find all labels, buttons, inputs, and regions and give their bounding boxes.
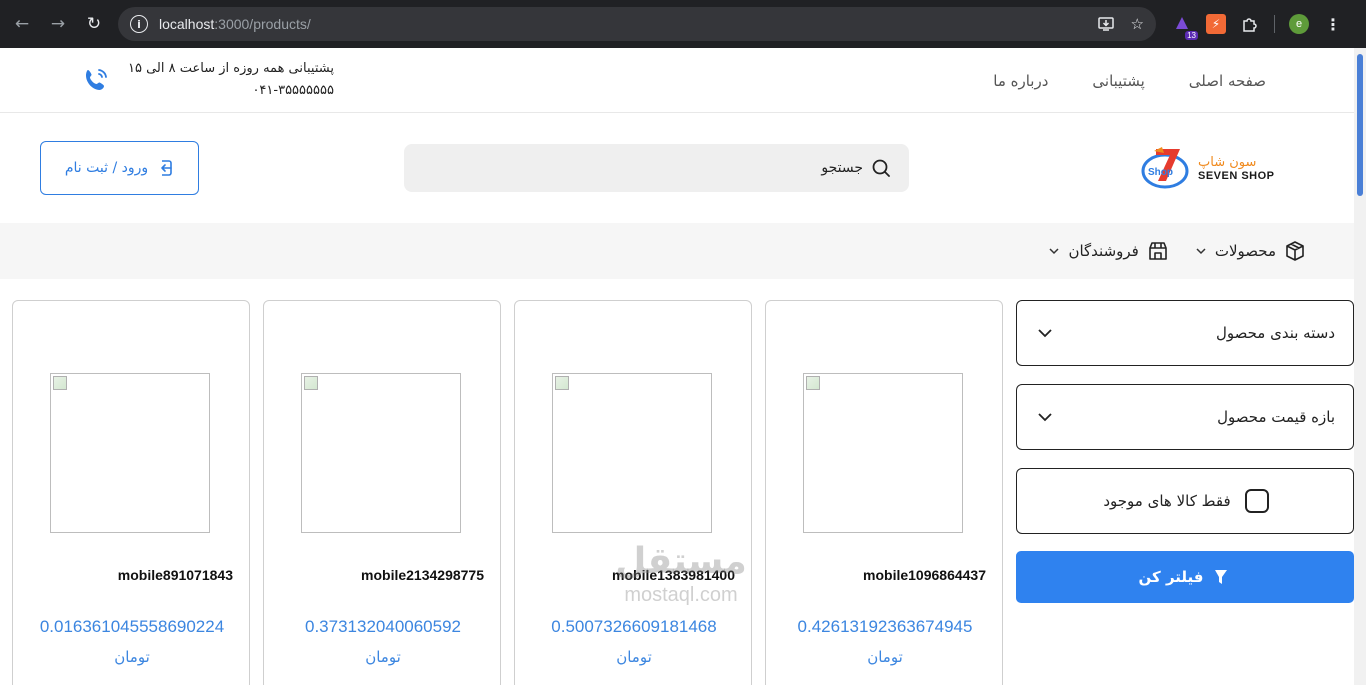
nav-home[interactable]: صفحه اصلی <box>1189 72 1266 90</box>
apply-filter-label: فیلتر کن <box>1138 568 1204 586</box>
category-bar: محصولات فروشندگان <box>0 223 1354 279</box>
extension-puzzle-badge-icon[interactable]: 13 <box>1172 14 1198 40</box>
category-filter-dropdown[interactable]: دسته بندی محصول <box>1016 300 1354 366</box>
in-stock-filter[interactable]: فقط کالا های موجود <box>1016 468 1354 534</box>
product-card[interactable]: mobile891071843 0.016361045558690224 توم… <box>12 300 250 685</box>
login-arrow-icon <box>161 160 172 176</box>
product-currency: تومان <box>114 648 150 666</box>
price-range-filter-dropdown[interactable]: بازه قیمت محصول <box>1016 384 1354 450</box>
nav-about[interactable]: درباره ما <box>993 72 1048 90</box>
logo-english-name: SEVEN SHOP <box>1198 169 1275 182</box>
login-register-label: ورود / ثبت نام <box>64 160 149 176</box>
category-filter-label: دسته بندی محصول <box>1215 324 1335 342</box>
product-title[interactable]: mobile1383981400 <box>612 567 735 583</box>
login-register-button[interactable]: ورود / ثبت نام <box>40 141 199 195</box>
kebab-menu-icon[interactable]: ⋮ <box>1323 14 1343 34</box>
product-image[interactable] <box>552 373 712 533</box>
top-bar: صفحه اصلی پشتیبانی درباره ما پشتیبانی هم… <box>0 48 1354 113</box>
product-image[interactable] <box>50 373 210 533</box>
apply-filter-button[interactable]: فیلتر کن <box>1016 551 1354 603</box>
nav-support[interactable]: پشتیبانی <box>1092 72 1144 90</box>
toolbar-divider <box>1274 15 1275 33</box>
product-currency: تومان <box>616 648 652 666</box>
filter-icon <box>1215 570 1228 584</box>
search-bar <box>404 144 909 192</box>
chevron-down-icon <box>1049 248 1059 255</box>
forward-icon[interactable]: → <box>40 6 76 42</box>
site-header: Shop سون شاپ SEVEN SHOP ورود / ثبت نام <box>0 113 1354 223</box>
product-price: 0.5007326609181468 <box>551 617 717 636</box>
bolt-extension-icon[interactable]: ⚡ <box>1206 14 1226 34</box>
product-price: 0.373132040060592 <box>305 617 461 636</box>
product-image[interactable] <box>301 373 461 533</box>
product-title[interactable]: mobile1096864437 <box>863 567 986 583</box>
url-text[interactable]: localhost:3000/products/ <box>159 16 311 32</box>
menu-products-label: محصولات <box>1214 242 1276 260</box>
page: صفحه اصلی پشتیبانی درباره ما پشتیبانی هم… <box>0 48 1354 685</box>
url-path: :3000/products/ <box>214 16 311 32</box>
product-card[interactable]: mobile1096864437 0.42613192363674945 توم… <box>765 300 1003 685</box>
chevron-down-icon <box>1196 248 1206 255</box>
extensions-puzzle-icon[interactable] <box>1240 14 1260 34</box>
product-title[interactable]: mobile2134298775 <box>361 567 484 583</box>
product-price: 0.016361045558690224 <box>39 617 225 636</box>
product-title[interactable]: mobile891071843 <box>118 567 233 583</box>
search-input[interactable] <box>423 160 863 176</box>
product-price: 0.42613192363674945 <box>797 617 973 636</box>
menu-sellers[interactable]: فروشندگان <box>1048 240 1168 262</box>
product-currency: تومان <box>867 648 903 666</box>
chevron-down-icon <box>1038 413 1052 422</box>
scrollbar-thumb[interactable] <box>1357 54 1363 196</box>
support-phone: ۰۴۱-۳۵۵۵۵۵۵۵ <box>252 83 334 98</box>
product-card[interactable]: mobile1383981400 0.5007326609181468 توما… <box>514 300 752 685</box>
reload-icon[interactable]: ↻ <box>76 6 112 42</box>
product-card[interactable]: mobile2134298775 0.373132040060592 تومان <box>263 300 501 685</box>
browser-toolbar: ← → ↻ i localhost:3000/products/ ☆ 13 ⚡ … <box>0 0 1366 48</box>
menu-sellers-label: فروشندگان <box>1068 242 1139 260</box>
support-hours: پشتیبانی همه روزه از ساعت ۸ الی ۱۵ <box>128 61 334 76</box>
box-icon <box>1286 241 1304 261</box>
install-app-icon[interactable] <box>1097 15 1115 33</box>
extension-badge: 13 <box>1185 31 1198 40</box>
page-scrollbar[interactable] <box>1354 48 1366 685</box>
site-info-icon[interactable]: i <box>130 15 148 33</box>
in-stock-checkbox[interactable] <box>1244 489 1269 513</box>
menu-products[interactable]: محصولات <box>1195 240 1306 262</box>
logo-persian-name: سون شاپ <box>1198 154 1257 170</box>
profile-avatar[interactable]: e <box>1289 14 1309 34</box>
product-image[interactable] <box>803 373 963 533</box>
url-host: localhost <box>159 16 215 32</box>
product-currency: تومان <box>365 648 401 666</box>
bookmark-star-icon[interactable]: ☆ <box>1131 15 1144 33</box>
top-nav: صفحه اصلی پشتیبانی درباره ما <box>993 48 1266 113</box>
price-range-filter-label: بازه قیمت محصول <box>1217 408 1335 426</box>
store-icon <box>1149 242 1167 260</box>
seven-shop-logo-icon: Shop <box>1141 147 1189 189</box>
support-info: پشتیبانی همه روزه از ساعت ۸ الی ۱۵ ۰۴۱-۳… <box>82 58 334 102</box>
search-icon[interactable] <box>871 158 891 178</box>
site-logo[interactable]: Shop سون شاپ SEVEN SHOP <box>1140 140 1280 196</box>
logo-mark-text: Shop <box>1148 167 1173 178</box>
phone-icon <box>86 69 107 90</box>
back-icon[interactable]: ← <box>4 6 40 42</box>
in-stock-label: فقط کالا های موجود <box>1103 492 1231 510</box>
address-bar[interactable]: i localhost:3000/products/ ☆ <box>118 7 1156 41</box>
chevron-down-icon <box>1038 329 1052 338</box>
